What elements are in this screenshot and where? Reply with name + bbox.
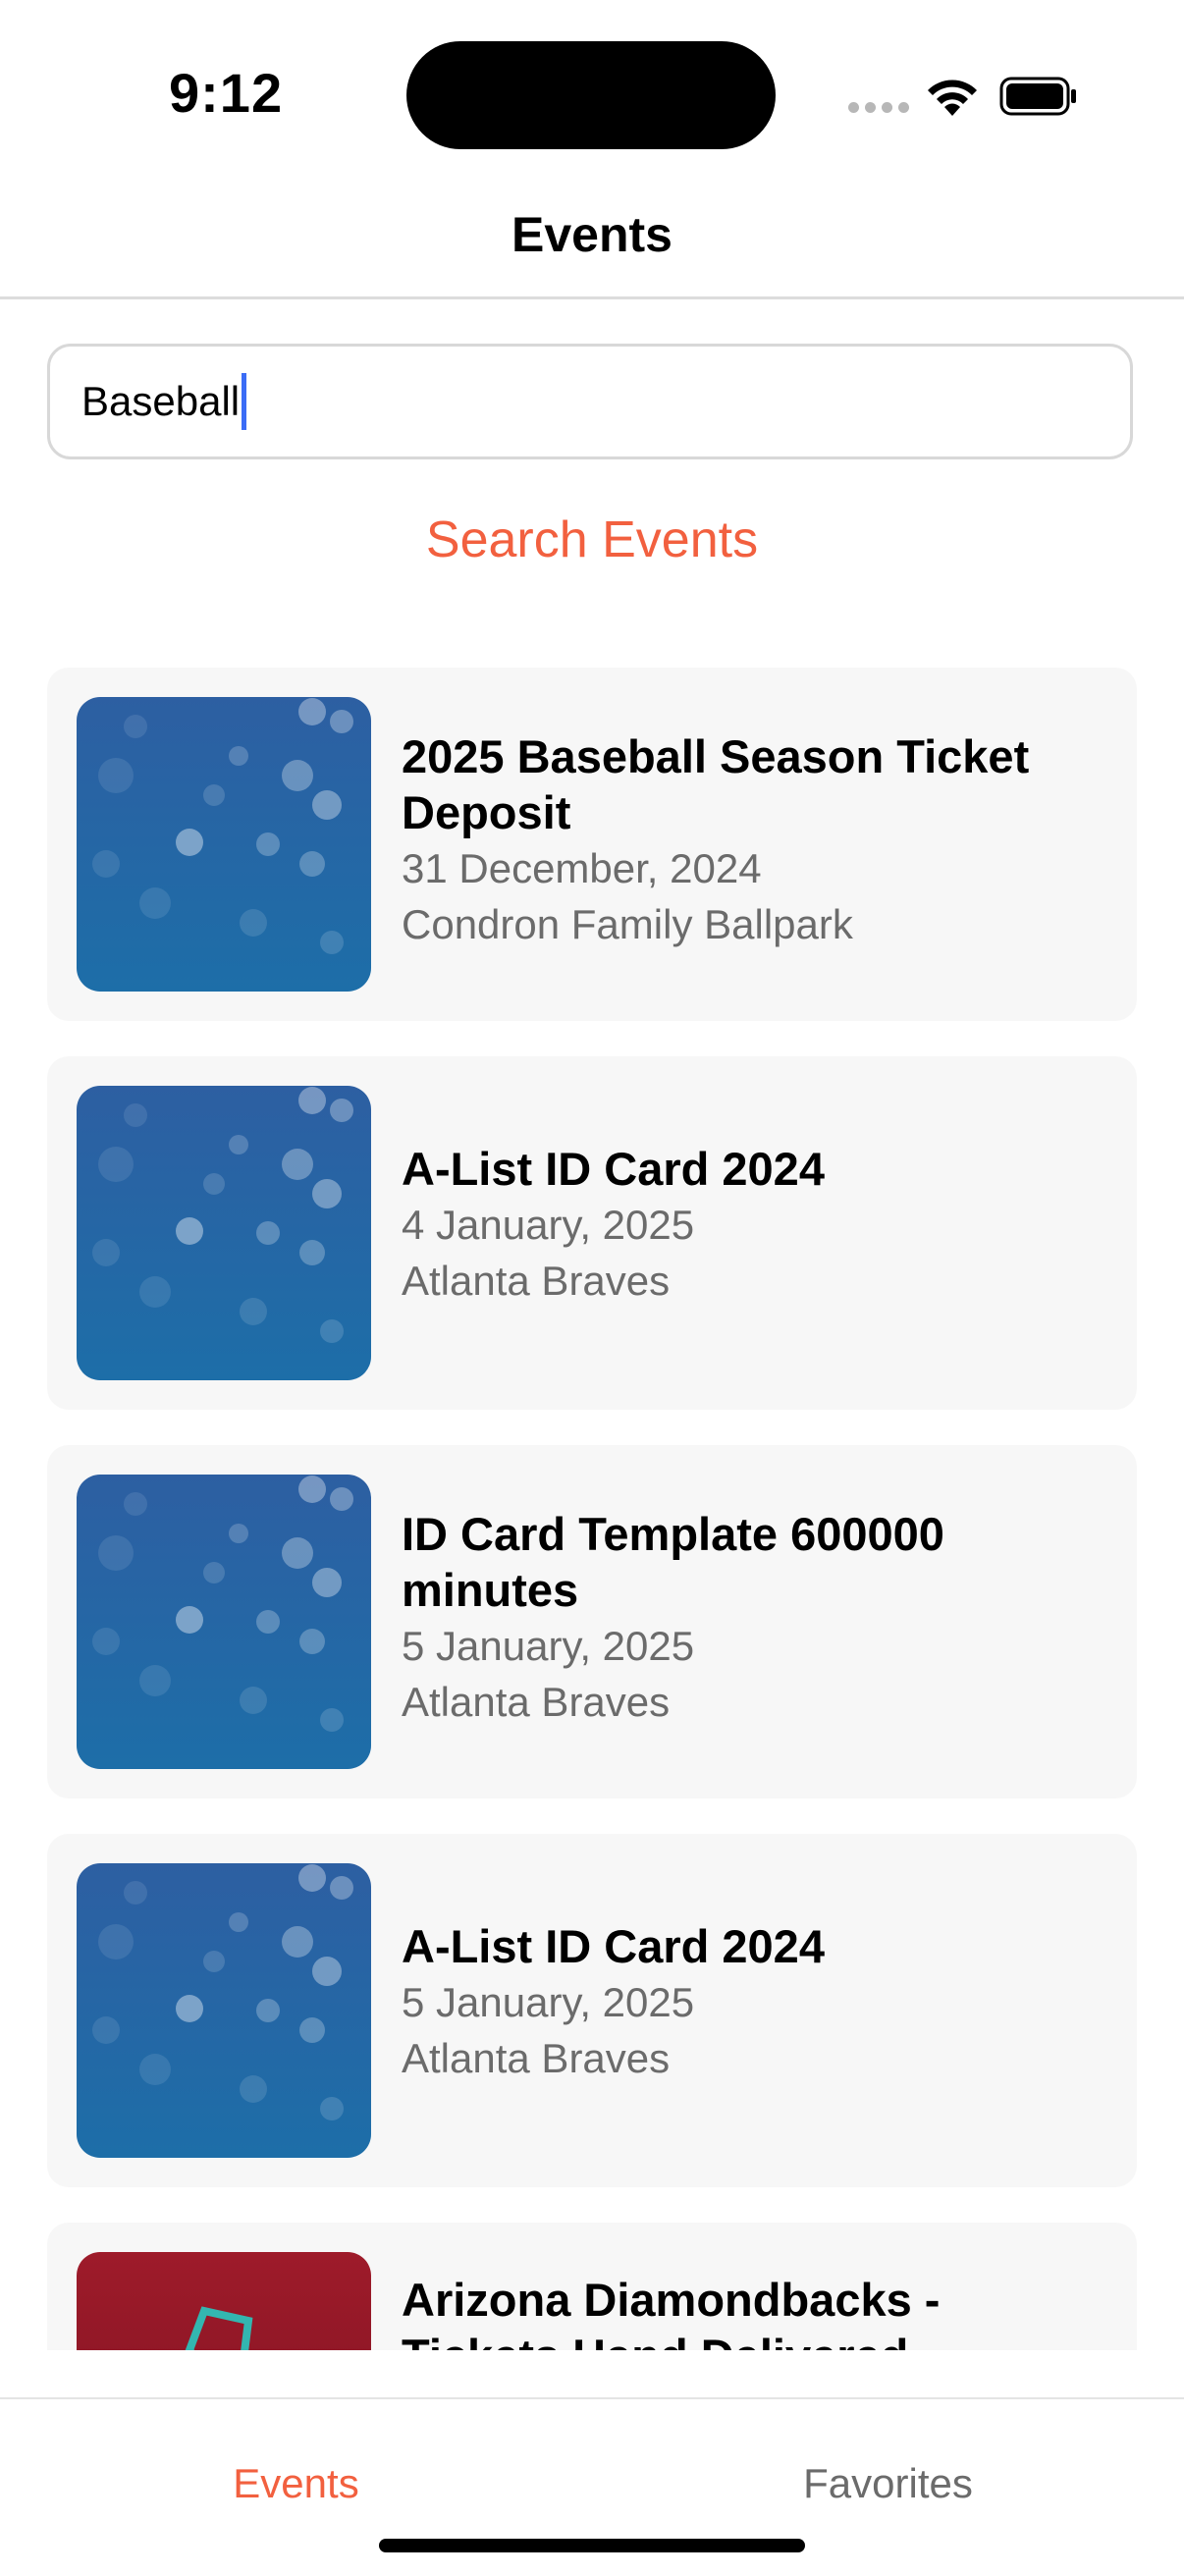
event-image	[77, 1086, 371, 1380]
cellular-signal-icon	[848, 102, 909, 113]
tab-events[interactable]: Events	[0, 2460, 592, 2507]
event-info: Arizona Diamondbacks - Tickets Hand Deli…	[402, 2272, 1108, 2350]
event-title: 2025 Baseball Season Ticket Deposit	[402, 730, 1030, 838]
event-info: A-List ID Card 2024 5 January, 2025 Atla…	[402, 1918, 1108, 2086]
search-input-value: Baseball	[81, 378, 241, 424]
event-venue: Condron Family Ballpark	[402, 901, 853, 947]
event-card[interactable]: 2025 Baseball Season Ticket Deposit 31 D…	[47, 668, 1137, 1021]
text-cursor	[242, 373, 247, 430]
event-card[interactable]: ID Card Template 600000 minutes 5 Januar…	[47, 1445, 1137, 1798]
event-date: 5 January, 2025	[402, 1623, 695, 1669]
event-image	[77, 1863, 371, 2158]
search-input[interactable]: Baseball	[47, 344, 1133, 459]
event-venue: Atlanta Braves	[402, 2035, 671, 2081]
event-image	[77, 2252, 371, 2350]
event-venue: Atlanta Braves	[402, 1679, 671, 1725]
event-image	[77, 697, 371, 992]
event-venue: Atlanta Braves	[402, 1258, 671, 1304]
event-card[interactable]: A-List ID Card 2024 4 January, 2025 Atla…	[47, 1056, 1137, 1410]
status-time: 9:12	[169, 62, 284, 124]
event-date: 31 December, 2024	[402, 845, 762, 891]
event-info: 2025 Baseball Season Ticket Deposit 31 D…	[402, 728, 1108, 952]
event-date: 4 January, 2025	[402, 1202, 695, 1248]
event-date: 5 January, 2025	[402, 1979, 695, 2025]
event-card[interactable]: Arizona Diamondbacks - Tickets Hand Deli…	[47, 2223, 1137, 2350]
event-info: A-List ID Card 2024 4 January, 2025 Atla…	[402, 1141, 1108, 1309]
event-info: ID Card Template 600000 minutes 5 Januar…	[402, 1506, 1108, 1730]
event-image	[77, 1475, 371, 1769]
battery-icon	[999, 77, 1076, 116]
event-title: Arizona Diamondbacks - Tickets Hand Deli…	[402, 2274, 941, 2350]
event-list: 2025 Baseball Season Ticket Deposit 31 D…	[47, 668, 1137, 2350]
page-title: Events	[511, 207, 673, 262]
event-title: ID Card Template 600000 minutes	[402, 1508, 944, 1616]
search-events-button[interactable]: Search Events	[0, 510, 1184, 569]
tab-favorites[interactable]: Favorites	[592, 2460, 1184, 2507]
home-indicator[interactable]	[379, 2539, 805, 2552]
dynamic-island	[406, 41, 776, 149]
status-bar: 9:12	[0, 0, 1184, 187]
event-card[interactable]: A-List ID Card 2024 5 January, 2025 Atla…	[47, 1834, 1137, 2187]
wifi-icon	[928, 80, 977, 116]
nav-divider	[0, 296, 1184, 299]
event-title: A-List ID Card 2024	[402, 1920, 825, 1972]
event-title: A-List ID Card 2024	[402, 1143, 825, 1195]
